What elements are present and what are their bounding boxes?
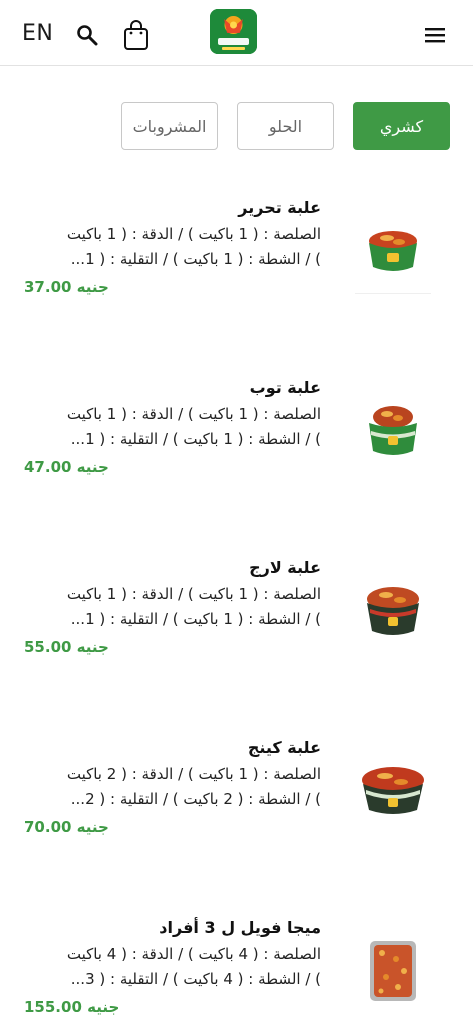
product-image[interactable]	[355, 208, 431, 294]
tab-sweets[interactable]: الحلو	[237, 102, 334, 150]
product-image[interactable]	[355, 388, 431, 474]
product-description: الصلصة : ( 1 باكيت ) / الدقة : ( 1 باكيت…	[21, 402, 321, 452]
product-description: الصلصة : ( 1 باكيت ) / الدقة : ( 2 باكيت…	[21, 762, 321, 812]
product-price: 47.00 جنيه	[24, 458, 109, 476]
top-bar: EN	[0, 0, 473, 66]
product-description-line: الصلصة : ( 1 باكيت ) / الدقة : ( 1 باكيت	[66, 405, 321, 423]
search-icon[interactable]	[76, 24, 98, 46]
product-description-line: ) / الشطة : ( 2 باكيت ) / التقلية : ( 2.…	[70, 790, 321, 808]
product-description: الصلصة : ( 1 باكيت ) / الدقة : ( 1 باكيت…	[21, 582, 321, 632]
product-name: علبة كينج	[247, 738, 321, 757]
shopping-bag-icon[interactable]	[123, 19, 149, 51]
product-description-line: ) / الشطة : ( 1 باكيت ) / التقلية : ( 1.…	[70, 610, 321, 628]
product-description-line: ) / الشطة : ( 1 باكيت ) / التقلية : ( 1.…	[70, 430, 321, 448]
product-description: الصلصة : ( 4 باكيت ) / الدقة : ( 4 باكيت…	[21, 942, 321, 992]
product-description: الصلصة : ( 1 باكيت ) / الدقة : ( 1 باكيت…	[21, 222, 321, 272]
product-price: 55.00 جنيه	[24, 638, 109, 656]
product-name: علبة تحرير	[238, 198, 321, 217]
product-card[interactable]: علبة تحرير الصلصة : ( 1 باكيت ) / الدقة …	[0, 198, 473, 348]
product-name: علبة لارج	[249, 558, 321, 577]
product-description-line: الصلصة : ( 4 باكيت ) / الدقة : ( 4 باكيت	[66, 945, 321, 963]
product-price: 70.00 جنيه	[24, 818, 109, 836]
product-description-line: ) / الشطة : ( 1 باكيت ) / التقلية : ( 1.…	[70, 250, 321, 268]
product-card[interactable]: علبة توب الصلصة : ( 1 باكيت ) / الدقة : …	[0, 378, 473, 528]
category-tabs: كشري الحلو المشروبات	[0, 102, 473, 150]
product-price: 155.00 جنيه	[24, 998, 120, 1016]
product-description-line: الصلصة : ( 1 باكيت ) / الدقة : ( 2 باكيت	[66, 765, 321, 783]
product-card[interactable]: علبة كينج الصلصة : ( 1 باكيت ) / الدقة :…	[0, 738, 473, 888]
hamburger-menu-icon[interactable]	[424, 26, 446, 44]
product-description-line: الصلصة : ( 1 باكيت ) / الدقة : ( 1 باكيت	[66, 225, 321, 243]
tab-drinks[interactable]: المشروبات	[121, 102, 218, 150]
product-image[interactable]	[355, 568, 431, 654]
product-description-line: ) / الشطة : ( 4 باكيت ) / التقلية : ( 3.…	[70, 970, 321, 988]
tab-koshary[interactable]: كشري	[353, 102, 450, 150]
product-name: علبة توب	[249, 378, 321, 397]
brand-logo[interactable]	[210, 9, 257, 54]
product-name: ميجا فويل ل 3 أفراد	[159, 918, 321, 937]
product-image[interactable]	[355, 928, 431, 1014]
product-card[interactable]: ميجا فويل ل 3 أفراد الصلصة : ( 4 باكيت )…	[0, 918, 473, 1024]
product-description-line: الصلصة : ( 1 باكيت ) / الدقة : ( 1 باكيت	[66, 585, 321, 603]
language-toggle[interactable]: EN	[22, 21, 53, 46]
product-image[interactable]	[355, 748, 431, 834]
product-card[interactable]: علبة لارج الصلصة : ( 1 باكيت ) / الدقة :…	[0, 558, 473, 708]
product-price: 37.00 جنيه	[24, 278, 109, 296]
